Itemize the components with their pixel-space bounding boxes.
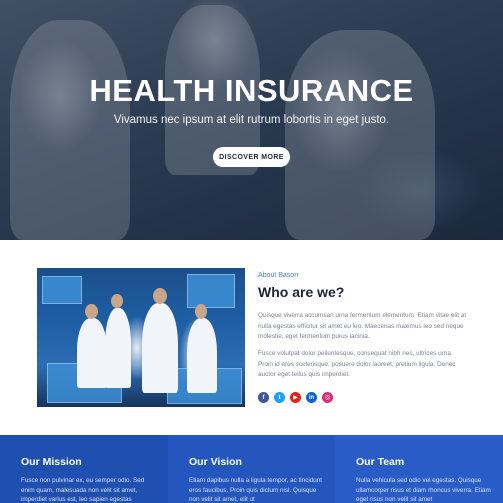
doctor-figure [142, 303, 178, 393]
social-links: f t ▶ in ◎ [258, 392, 333, 403]
doctor-head [195, 304, 207, 319]
hero-title: HEALTH INSURANCE [89, 73, 414, 108]
hero-subtitle: Vivamus nec ipsum at elit rutrum loborti… [113, 114, 390, 126]
mission-text: Fusce non pulvinar ex, eu semper odio. S… [21, 477, 145, 503]
doctor-figure [105, 308, 131, 388]
discover-more-button[interactable]: DISCOVER MORE [213, 147, 290, 167]
vision-panel: Our Vision Etiam dapibus nulla a ligula … [168, 435, 335, 503]
team-title: Our Team [356, 456, 405, 468]
mission-title: Our Mission [21, 456, 82, 468]
about-paragraph: Fusce volutpat dolor pellentesque, conse… [258, 350, 456, 378]
hero-section: HEALTH INSURANCE Vivamus nec ipsum at el… [0, 0, 503, 240]
monitor-screen [187, 274, 235, 308]
doctor-head [111, 294, 123, 308]
youtube-icon[interactable]: ▶ [290, 392, 301, 403]
team-text: Nulla vehicula sed odio vel egestas. Qui… [356, 477, 491, 503]
instagram-icon[interactable]: ◎ [322, 392, 333, 403]
team-panel: Our Team Nulla vehicula sed odio vel ege… [335, 435, 503, 503]
doctor-figure [77, 318, 107, 388]
about-image [37, 268, 245, 407]
about-kicker: About Bason [258, 272, 299, 279]
mission-panel: Our Mission Fusce non pulvinar ex, eu se… [0, 435, 168, 503]
twitter-icon[interactable]: t [274, 392, 285, 403]
doctor-head [153, 288, 167, 304]
doctor-head [85, 304, 98, 319]
about-title: Who are we? [258, 284, 345, 300]
monitor-screen [42, 276, 82, 304]
vision-title: Our Vision [189, 456, 242, 468]
facebook-icon[interactable]: f [258, 392, 269, 403]
about-paragraph: Quisque viverra accumsan urna fermentum … [258, 312, 467, 340]
linkedin-icon[interactable]: in [306, 392, 317, 403]
vision-text: Etiam dapibus nulla a ligula tempor, ac … [189, 477, 323, 503]
doctor-figure [187, 318, 217, 393]
